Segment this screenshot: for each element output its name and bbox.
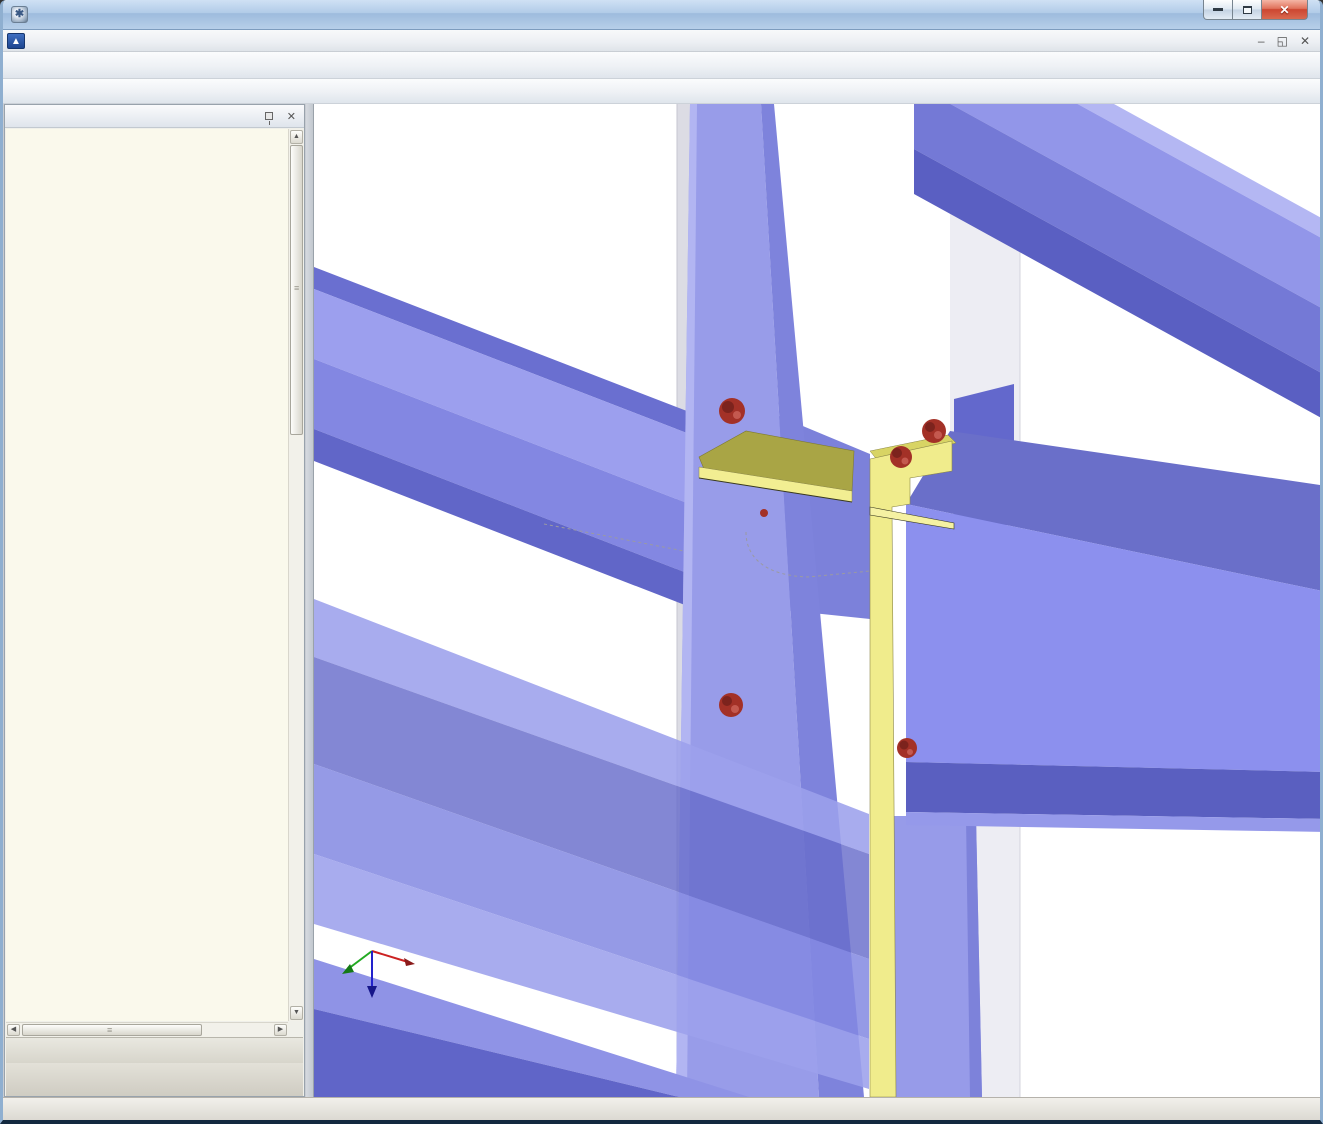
restore-icon [1243,6,1252,14]
scroll-up-icon[interactable]: ▲ [290,130,303,144]
bolt [719,398,745,424]
project-navigator-panel: ✕ ▲ ▼ ◀ ▶ [4,104,305,1097]
mdi-minimize-icon[interactable]: – [1258,34,1265,48]
navigator-title-bar: ✕ [5,105,304,128]
menu-bar: ▲ – ◱ ✕ [3,30,1320,52]
status-bar [3,1097,1320,1120]
tree-horizontal-scrollbar[interactable]: ◀ ▶ [6,1022,288,1037]
mdi-restore-icon[interactable]: ◱ [1277,34,1288,48]
scroll-down-icon[interactable]: ▼ [290,1006,303,1020]
minimize-icon [1213,8,1223,11]
toolbar-standard [3,52,1320,79]
rfem-window: ✱ ✕ ▲ – ◱ ✕ ✕ ▲ ▼ [0,0,1323,1124]
scroll-right-icon[interactable]: ▶ [274,1024,287,1036]
project-tree [6,129,288,1021]
pin-icon[interactable] [265,112,273,120]
scroll-left-icon[interactable]: ◀ [7,1024,20,1036]
bolt [922,419,946,443]
scroll-thumb[interactable] [290,145,303,435]
navigator-tabs [6,1037,303,1063]
model-canvas [314,104,1323,1097]
mdi-app-icon: ▲ [7,33,25,49]
toolbar-insert [3,79,1320,104]
close-button[interactable]: ✕ [1262,0,1308,20]
viewport-3d[interactable] [313,104,1320,1097]
app-icon: ✱ [11,6,28,23]
restore-button[interactable] [1233,0,1262,20]
hscroll-thumb[interactable] [22,1024,202,1036]
panel-close-icon[interactable]: ✕ [283,110,300,123]
mdi-close-icon[interactable]: ✕ [1300,34,1310,48]
tree-vertical-scrollbar[interactable]: ▲ ▼ [288,129,303,1021]
panel-splitter[interactable] [306,104,313,1097]
beam-right [906,431,1323,832]
bolt [719,693,743,717]
bolt [897,738,917,758]
minimize-button[interactable] [1203,0,1233,20]
title-bar: ✱ ✕ [3,0,1320,30]
column-lower-right [892,816,982,1097]
close-icon: ✕ [1279,1,1289,19]
bolt [760,509,768,517]
bolt [890,446,912,468]
